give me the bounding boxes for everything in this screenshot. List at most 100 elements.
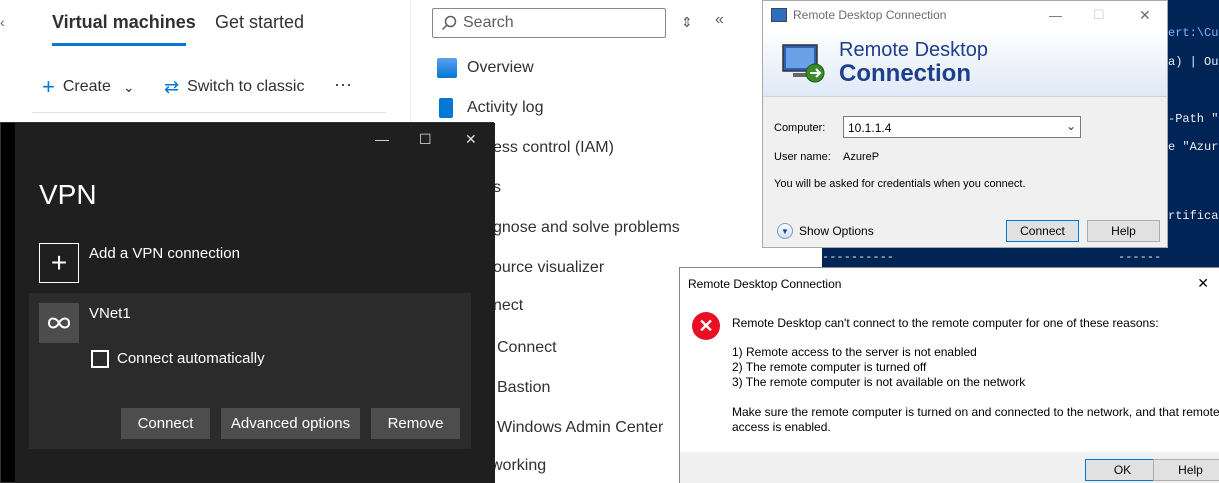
- minimize-icon[interactable]: —: [1049, 8, 1062, 23]
- ps-line: e "Azure: [1168, 140, 1219, 154]
- menu-item-label: gnose and solve problems: [493, 219, 680, 236]
- create-label: Create: [62, 78, 111, 95]
- menu-item-windows-admin-center[interactable]: Windows Admin Center: [497, 413, 663, 443]
- tab-get-started[interactable]: Get started: [215, 12, 304, 33]
- close-icon[interactable]: ✕: [1139, 7, 1151, 24]
- rdp-client-window: Remote Desktop Connection — ☐ ✕ Remote D…: [762, 0, 1168, 248]
- search-icon: [441, 15, 457, 31]
- rdp-banner-line1: Remote Desktop: [839, 39, 988, 61]
- switch-to-classic-button[interactable]: ⇄ Switch to classic: [164, 78, 304, 96]
- menu-item-label: nect: [493, 297, 524, 314]
- rdp-help-button[interactable]: Help: [1087, 220, 1160, 242]
- divider: [32, 112, 386, 113]
- error-reason: 3) The remote computer is not available …: [732, 375, 1026, 389]
- collapse-icon[interactable]: «: [715, 11, 724, 29]
- chevron-left-icon[interactable]: ‹: [0, 14, 5, 30]
- tab-virtual-machines[interactable]: Virtual machines: [52, 12, 196, 33]
- ps-line: -Path "C: [1168, 112, 1219, 126]
- show-options-label: Show Options: [799, 224, 874, 238]
- error-icon: ✕: [692, 312, 720, 340]
- active-tab-indicator: [52, 43, 186, 46]
- maximize-icon[interactable]: ☐: [419, 131, 432, 148]
- show-options-toggle[interactable]: ▼ Show Options: [777, 223, 874, 239]
- vpn-link-icon: [39, 303, 79, 343]
- menu-item-label: Activity log: [467, 99, 544, 116]
- menu-item-diagnose[interactable]: gnose and solve problems: [493, 213, 680, 243]
- close-icon[interactable]: ✕: [1197, 275, 1209, 292]
- rdp-connect-button[interactable]: Connect: [1006, 220, 1079, 242]
- error-advice: Make sure the remote computer is turned …: [732, 405, 1219, 419]
- vpn-connection-item[interactable]: VNet1 Connect automatically Connect Adva…: [29, 293, 471, 449]
- vpn-connect-button[interactable]: Connect: [121, 408, 210, 439]
- menu-item-label: working: [491, 457, 547, 474]
- rdp-titlebar: Remote Desktop Connection — ☐ ✕: [763, 1, 1167, 29]
- powershell-window: ert:\Cur a) | Out -Path "C e "Azure rtif…: [1168, 0, 1219, 268]
- menu-item-label: Bastion: [497, 379, 551, 396]
- error-dialog-title: Remote Desktop Connection: [688, 277, 842, 291]
- sort-icon[interactable]: ⇕: [681, 14, 693, 31]
- advanced-options-button[interactable]: Advanced options: [221, 408, 360, 439]
- menu-item-resource-visualizer[interactable]: ource visualizer: [493, 253, 604, 283]
- ps-line: rtificate: [1168, 209, 1219, 223]
- connect-automatically-checkbox[interactable]: [91, 350, 109, 368]
- error-reason: 1) Remote access to the server is not en…: [732, 345, 977, 359]
- more-icon: ···: [334, 74, 352, 94]
- vpn-settings-window: — ☐ ✕ VPN + Add a VPN connection VNet1 C…: [0, 122, 495, 483]
- menu-item-networking[interactable]: working: [491, 451, 546, 481]
- rdp-app-icon: [771, 8, 787, 22]
- azure-header: ‹ Virtual machines Get started + Create …: [0, 0, 410, 122]
- username-value: AzureP: [843, 151, 880, 163]
- error-dialog: Remote Desktop Connection ✕ ✕ Remote Des…: [679, 267, 1219, 483]
- help-button[interactable]: Help: [1153, 459, 1219, 481]
- menu-item-label: ource visualizer: [493, 259, 605, 276]
- rdp-logo-icon: [782, 44, 825, 83]
- rdp-banner-line2: Connection: [839, 60, 971, 87]
- error-advice: access is enabled.: [732, 420, 831, 434]
- plus-icon: +: [50, 247, 68, 278]
- menu-item-activity-log[interactable]: Activity log: [411, 93, 543, 123]
- close-icon[interactable]: ✕: [465, 131, 477, 148]
- vpn-connection-name: VNet1: [89, 305, 131, 322]
- switch-arrows-icon: ⇄: [164, 77, 180, 97]
- ps-line: ert:\Cur: [1168, 26, 1219, 40]
- minimize-icon[interactable]: —: [375, 131, 389, 147]
- computer-combobox[interactable]: 10.1.1.4 ⌄: [843, 116, 1081, 138]
- menu-item-connect[interactable]: Connect: [497, 333, 557, 363]
- add-vpn-label[interactable]: Add a VPN connection: [89, 245, 240, 262]
- plus-icon: +: [42, 74, 55, 99]
- page-title: VPN: [39, 179, 97, 210]
- maximize-icon[interactable]: ☐: [1093, 7, 1105, 23]
- search-input[interactable]: Search: [432, 8, 666, 38]
- computer-value: 10.1.1.4: [848, 121, 892, 135]
- search-placeholder: Search: [463, 14, 514, 31]
- error-reason: 2) The remote computer is turned off: [732, 360, 927, 374]
- menu-item-connect-header[interactable]: nect: [493, 291, 523, 321]
- powershell-output-strip: ---------- -------: [822, 248, 1168, 278]
- ok-button[interactable]: OK: [1085, 459, 1160, 481]
- menu-item-label: Connect: [497, 339, 557, 356]
- menu-item-bastion[interactable]: Bastion: [497, 373, 550, 403]
- create-button[interactable]: + Create ⌄: [42, 74, 135, 99]
- rdp-banner: Remote Desktop Connection: [763, 29, 1167, 97]
- more-actions-button[interactable]: ···: [334, 74, 352, 95]
- menu-item-label: Windows Admin Center: [497, 419, 664, 436]
- switch-label: Switch to classic: [187, 78, 305, 95]
- rdp-window-title: Remote Desktop Connection: [793, 8, 947, 22]
- menu-item-label: ess control (IAM): [493, 139, 614, 156]
- ps-line: a) | Out: [1168, 55, 1219, 69]
- menu-item-overview[interactable]: Overview: [411, 53, 534, 83]
- computer-label: Computer:: [774, 122, 826, 134]
- monitor-icon: [437, 58, 457, 78]
- vpn-panel: — ☐ ✕ VPN + Add a VPN connection VNet1 C…: [15, 123, 495, 483]
- expand-icon: ▼: [777, 223, 793, 239]
- chevron-down-icon: ⌄: [122, 78, 135, 95]
- log-icon: [439, 98, 453, 118]
- credentials-note: You will be asked for credentials when y…: [774, 178, 1026, 190]
- error-message: Remote Desktop can't connect to the remo…: [732, 316, 1159, 330]
- menu-item-access-control[interactable]: ess control (IAM): [493, 133, 614, 163]
- ps-dashes: ----------: [822, 250, 895, 264]
- remove-button[interactable]: Remove: [371, 408, 460, 439]
- add-vpn-button[interactable]: +: [39, 243, 79, 283]
- connect-automatically-label[interactable]: Connect automatically: [117, 350, 265, 367]
- chevron-down-icon[interactable]: ⌄: [1066, 119, 1076, 133]
